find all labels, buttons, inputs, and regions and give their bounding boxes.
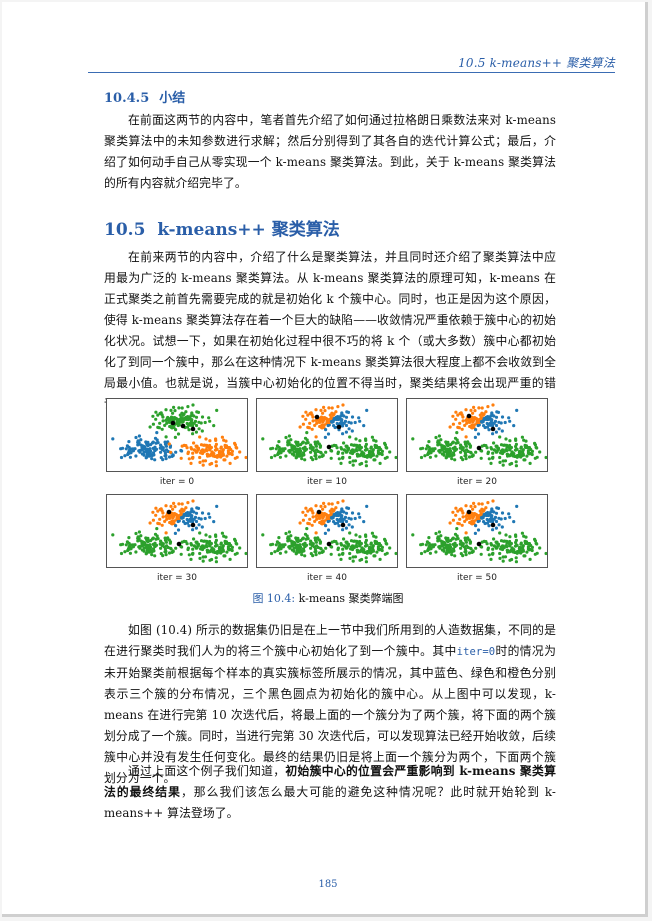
paragraph-text: 通过上面这个例子我们知道， (128, 764, 286, 778)
plot-label: iter = 10 (307, 477, 347, 487)
plot-label: iter = 20 (457, 477, 497, 487)
scatter-plot-1 (106, 398, 248, 472)
page-number: 185 (318, 879, 338, 890)
scatter-plot-2 (256, 398, 398, 472)
figure-caption: 图 10.4: k-means 聚类弊端图 (2, 590, 652, 606)
scatter-plot-6 (406, 494, 548, 568)
scatter-plot-5 (256, 494, 398, 568)
caption-text: k-means 聚类弊端图 (298, 592, 404, 605)
section-number: 10.5 (104, 220, 146, 240)
summary-paragraph: 在前面这两节的内容中，笔者首先介绍了如何通过拉格朗日乘数法来对 k-means … (104, 113, 556, 190)
intro-paragraph: 在前来两节的内容中，介绍了什么是聚类算法，并且同时还介绍了聚类算法中应用最为广泛… (104, 250, 556, 411)
section-title: 小结 (159, 91, 186, 106)
running-header: 10.5 k-means++ 聚类算法 (458, 56, 615, 70)
inline-code: iter=0 (456, 646, 496, 658)
conclusion-paragraph: 通过上面这个例子我们知道，初始簇中心的位置会严重影响到 k-means 聚类算法… (104, 761, 556, 824)
plot-label: iter = 40 (307, 573, 347, 583)
header-rule (88, 72, 615, 73)
figure-kmeans-iterations: iter = 0 iter = 10 iter = 20 iter = 30 iter … (106, 398, 556, 584)
section-number: 10.4.5 (104, 91, 150, 106)
section-heading-10-4-5: 10.4.5 小结 (104, 87, 185, 106)
document-page: 10.5 k-means++ 聚类算法 10.4.5 小结 在前面这两节的内容中，… (2, 2, 648, 917)
scatter-plot-4 (106, 494, 248, 568)
scatter-plot-3 (406, 398, 548, 472)
plot-label: iter = 0 (159, 477, 195, 487)
section-title: k-means++ 聚类算法 (157, 220, 340, 240)
plot-label: iter = 30 (157, 573, 197, 583)
plot-label: iter = 50 (457, 573, 497, 583)
caption-number: 图 10.4: (252, 592, 296, 605)
section-heading-10-5: 10.5 k-means++ 聚类算法 (104, 215, 340, 240)
